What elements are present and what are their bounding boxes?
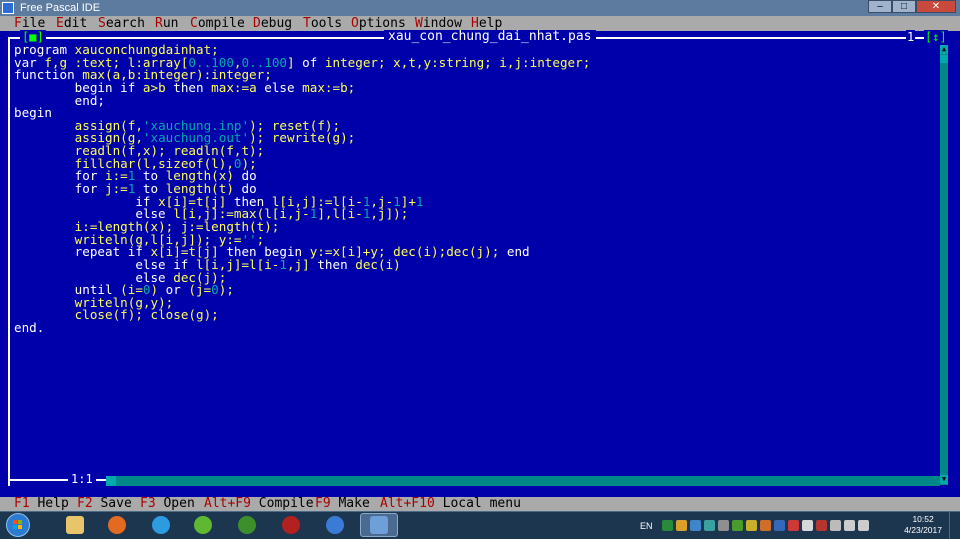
windows-logo-icon	[13, 520, 23, 530]
language-indicator[interactable]: EN	[640, 521, 653, 531]
code-token: then	[317, 256, 356, 272]
coccoc-browser-icon[interactable]	[184, 513, 222, 537]
flag-icon[interactable]	[829, 520, 841, 531]
hint-compile[interactable]: Alt+F9 Compile	[204, 497, 314, 511]
vertical-scrollbar[interactable]	[940, 45, 948, 485]
tray-lime-icon[interactable]	[731, 520, 743, 531]
editor-frame-left	[8, 37, 10, 486]
code-token: of	[302, 54, 325, 70]
tray-shield-icon[interactable]	[787, 520, 799, 531]
code-token: dec(i)	[355, 256, 401, 272]
editor-filename: xau_con_chung_dai_nhat.pas	[384, 30, 596, 44]
clock[interactable]: 10:52 4/23/2017	[904, 514, 942, 536]
code-editor[interactable]: program xauconchungdainhat; var f,g :text…	[14, 43, 934, 474]
tray-green-icon[interactable]	[661, 520, 673, 531]
code-token: 1	[415, 193, 424, 209]
code-token: end.	[14, 320, 45, 336]
status-bar: F1 Help F2 Save F3 Open Alt+F9 Compile F…	[0, 497, 960, 511]
code-token: ]	[287, 54, 303, 70]
free-pascal-icon[interactable]	[360, 513, 398, 537]
code-token: max:=a	[211, 79, 265, 95]
hint-local-menu[interactable]: Alt+F10 Local menu	[380, 497, 521, 511]
code-token: then	[173, 79, 212, 95]
volume-icon[interactable]	[857, 520, 869, 531]
code-line[interactable]: begin if a>b then max:=a else max:=b;	[14, 79, 934, 95]
code-token: );	[218, 282, 234, 298]
red-app-icon[interactable]	[272, 513, 310, 537]
code-token: else	[264, 79, 303, 95]
code-line[interactable]: end.	[14, 320, 934, 336]
free-pascal-app-icon	[2, 2, 14, 14]
code-line[interactable]: end;	[14, 94, 934, 108]
hint-save[interactable]: F2 Save	[77, 497, 132, 511]
menu-file[interactable]: File	[14, 16, 45, 31]
hint-help[interactable]: F1 Help	[14, 497, 69, 511]
clock-date: 4/23/2017	[904, 525, 942, 535]
close-button[interactable]: ✕	[916, 0, 956, 13]
code-token: a>b	[142, 79, 174, 95]
internet-explorer-icon[interactable]	[142, 513, 180, 537]
code-token: ); rewrite(g);	[249, 130, 356, 146]
code-token: close(f); close(g);	[74, 307, 219, 323]
menu-debug[interactable]: Debug	[253, 16, 292, 31]
menu-compile[interactable]: Compile	[190, 16, 245, 31]
chrome-icon[interactable]	[316, 513, 354, 537]
windows-explorer-icon[interactable]	[56, 513, 94, 537]
code-token: 0	[211, 282, 219, 298]
hint-open[interactable]: F3 Open	[140, 497, 195, 511]
editor-window-number: 1	[906, 30, 916, 44]
hint-make[interactable]: F9 Make	[315, 497, 370, 511]
code-token: ,j]	[286, 256, 318, 272]
tray-grey-icon[interactable]	[717, 520, 729, 531]
windows-taskbar: EN 10:52 4/23/2017	[0, 511, 960, 539]
media-player-icon[interactable]	[98, 513, 136, 537]
code-token: max:=b;	[302, 79, 356, 95]
code-line[interactable]: close(f); close(g);	[14, 309, 934, 322]
minimize-button[interactable]: –	[868, 0, 892, 13]
start-button[interactable]	[6, 513, 30, 537]
system-tray: EN	[640, 512, 869, 539]
editor-zoom-icon[interactable]: [↕]	[924, 30, 948, 44]
menu-run[interactable]: Run	[155, 16, 178, 31]
code-token: 1	[279, 256, 287, 272]
tray-red-icon[interactable]	[815, 520, 827, 531]
show-desktop-button[interactable]	[949, 512, 960, 539]
window-title: Free Pascal IDE	[20, 2, 101, 14]
code-token: integer; x,t,y:string; i,j:integer;	[324, 54, 591, 70]
horizontal-scroll-thumb[interactable]	[106, 476, 116, 486]
code-token: ,j]);	[370, 206, 409, 222]
maximize-button[interactable]: □	[892, 0, 916, 13]
code-token: ],l[i-	[317, 206, 363, 222]
tray-yellow-icon[interactable]	[675, 520, 687, 531]
tray-gold-icon[interactable]	[745, 520, 757, 531]
tray-teal-icon[interactable]	[703, 520, 715, 531]
tray-white-icon[interactable]	[801, 520, 813, 531]
network-icon[interactable]	[843, 520, 855, 531]
code-token: (j=	[188, 282, 212, 298]
editor-frame-bottom: 1:1	[8, 472, 948, 486]
clock-time: 10:52	[912, 514, 934, 524]
green-app-icon[interactable]	[228, 513, 266, 537]
horizontal-scrollbar[interactable]	[106, 476, 940, 486]
menu-search[interactable]: Search	[98, 16, 145, 31]
menu-edit[interactable]: Edit	[56, 16, 87, 31]
tray-blue-icon[interactable]	[689, 520, 701, 531]
window-titlebar: Free Pascal IDE – □ ✕	[0, 0, 960, 16]
window-controls: – □ ✕	[868, 0, 956, 14]
menu-tools[interactable]: Tools	[303, 16, 342, 31]
tray-navy-icon[interactable]	[773, 520, 785, 531]
code-token: end	[506, 244, 530, 260]
scroll-up-arrow-icon[interactable]: ▲	[940, 45, 948, 54]
tray-orange-icon[interactable]	[759, 520, 771, 531]
vertical-scroll-thumb[interactable]	[940, 55, 948, 63]
cursor-position: 1:1	[68, 472, 96, 486]
